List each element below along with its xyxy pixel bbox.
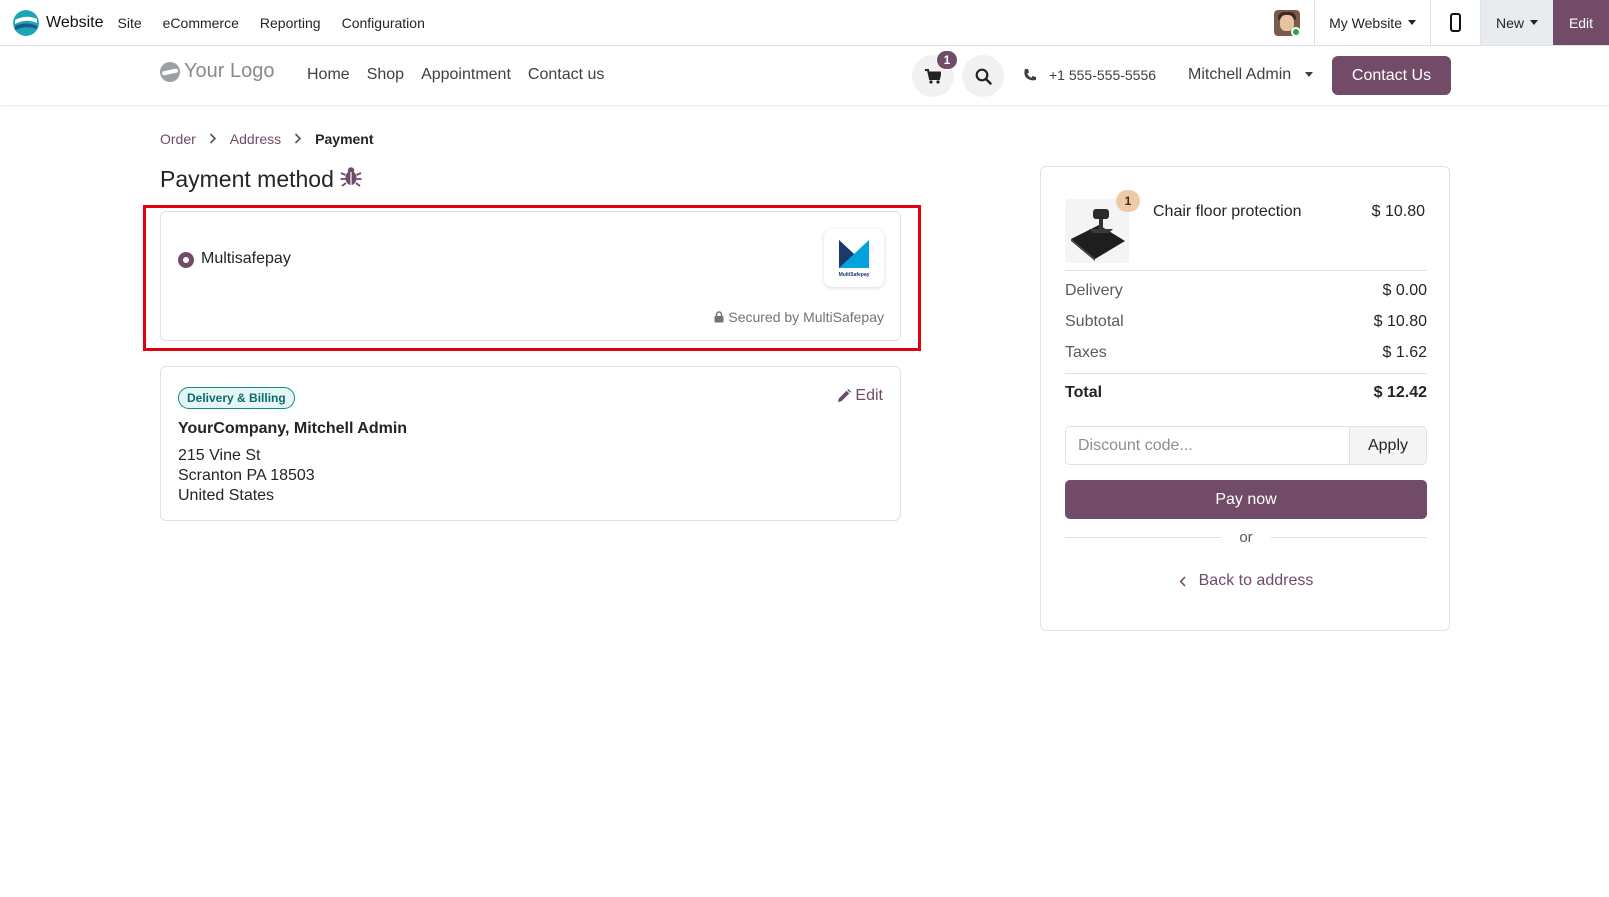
admin-right: My Website New Edit: [1259, 0, 1609, 45]
menu-configuration[interactable]: Configuration: [342, 15, 425, 31]
app-name[interactable]: Website: [46, 14, 104, 32]
address-city: Scranton PA 18503: [178, 467, 315, 484]
taxes-row: Taxes $ 1.62: [1065, 344, 1427, 362]
subtotal-label: Subtotal: [1065, 313, 1124, 330]
delivery-row: Delivery $ 0.00: [1065, 282, 1427, 300]
nav-appointment[interactable]: Appointment: [421, 66, 511, 84]
phone-link[interactable]: +1 555-555-5556: [1023, 67, 1156, 83]
delivery-label: Delivery: [1065, 282, 1123, 299]
cart-icon: [925, 68, 941, 84]
chevron-down-icon: [1407, 20, 1416, 25]
discount-code-input[interactable]: [1066, 427, 1349, 464]
back-to-address-label: Back to address: [1198, 572, 1314, 589]
taxes-label: Taxes: [1065, 344, 1107, 361]
phone-number: +1 555-555-5556: [1049, 67, 1157, 83]
chevron-down-icon: [1304, 72, 1313, 78]
apply-discount-button[interactable]: Apply: [1349, 427, 1426, 464]
total-label: Total: [1065, 384, 1103, 401]
site-header: Your Logo Home Shop Appointment Contact …: [0, 46, 1609, 106]
website-app-icon[interactable]: [13, 9, 39, 36]
edit-button[interactable]: Edit: [1553, 0, 1609, 45]
product-qty-badge: 1: [1116, 190, 1140, 212]
new-button-label: New: [1495, 14, 1524, 31]
payment-provider-name: Multisafepay: [201, 250, 291, 267]
svg-text:MultiSafepay: MultiSafepay: [839, 272, 870, 278]
user-name: Mitchell Admin: [1188, 66, 1292, 83]
menu-reporting[interactable]: Reporting: [260, 15, 321, 31]
breadcrumb-payment: Payment: [315, 131, 374, 147]
website-switcher[interactable]: My Website: [1315, 0, 1431, 45]
breadcrumb-order[interactable]: Order: [160, 131, 196, 147]
edit-address-link[interactable]: Edit: [837, 387, 883, 405]
secured-note: Secured by MultiSafepay: [714, 309, 884, 325]
discount-group: Apply: [1065, 426, 1427, 465]
delivery-billing-badge: Delivery & Billing: [178, 387, 295, 409]
pay-now-button[interactable]: Pay now: [1065, 480, 1427, 519]
page-title-text: Payment method: [160, 165, 334, 192]
chevron-right-icon: [209, 132, 217, 147]
nav-shop[interactable]: Shop: [367, 66, 404, 84]
page-title: Payment method: [160, 165, 362, 193]
user-menu[interactable]: Mitchell Admin: [1188, 66, 1313, 84]
site-logo[interactable]: Your Logo: [160, 60, 274, 83]
product-price: $ 10.80: [1371, 203, 1425, 220]
contact-us-button[interactable]: Contact Us: [1332, 56, 1451, 95]
admin-menu: Site eCommerce Reporting Configuration: [118, 15, 446, 31]
subtotal-row: Subtotal $ 10.80: [1065, 313, 1427, 331]
payment-option-card[interactable]: Multisafepay MultiSafepay Secured by Mul…: [160, 211, 901, 341]
secured-text: Secured by MultiSafepay: [728, 309, 884, 325]
admin-left: Website Site eCommerce Reporting Configu…: [0, 0, 446, 45]
checkout-breadcrumb: Order Address Payment: [160, 131, 374, 147]
delivery-value: $ 0.00: [1382, 282, 1427, 299]
payment-radio[interactable]: [178, 252, 194, 268]
menu-site[interactable]: Site: [118, 15, 142, 31]
address-country: United States: [178, 487, 275, 504]
new-button[interactable]: New: [1480, 0, 1553, 45]
cart-button[interactable]: 1: [912, 50, 958, 97]
bug-icon[interactable]: [340, 165, 362, 193]
address-card: Delivery & Billing Edit YourCompany, Mit…: [160, 366, 901, 521]
cart-count-badge: 1: [936, 50, 958, 70]
pencil-icon: [838, 389, 852, 402]
online-status-icon: [1290, 26, 1300, 36]
phone-icon: [1024, 69, 1036, 81]
address-lines: 215 Vine St Scranton PA 18503 United Sta…: [178, 446, 315, 506]
nav-contact-us[interactable]: Contact us: [528, 66, 604, 84]
search-icon: [975, 68, 992, 85]
or-separator: or: [1065, 529, 1427, 546]
mobile-icon: [1449, 13, 1461, 32]
chevron-left-icon: [1179, 575, 1186, 587]
subtotal-value: $ 10.80: [1373, 313, 1427, 330]
admin-navbar: Website Site eCommerce Reporting Configu…: [0, 0, 1609, 46]
product-name: Chair floor protection: [1153, 203, 1302, 220]
chevron-right-icon: [294, 132, 302, 147]
taxes-value: $ 1.62: [1382, 344, 1427, 361]
nav-home[interactable]: Home: [307, 66, 350, 84]
divider: [1065, 373, 1427, 374]
address-street: 215 Vine St: [178, 447, 261, 464]
multisafepay-logo: MultiSafepay: [824, 229, 884, 287]
lock-icon: [714, 311, 724, 323]
menu-ecommerce[interactable]: eCommerce: [163, 15, 239, 31]
user-avatar-button[interactable]: [1259, 0, 1316, 45]
search-button[interactable]: [962, 55, 1004, 97]
edit-address-label: Edit: [855, 387, 883, 404]
breadcrumb-address[interactable]: Address: [230, 131, 281, 147]
logo-text: Your Logo: [184, 60, 275, 82]
avatar: [1273, 9, 1300, 36]
site-nav: Home Shop Appointment Contact us: [307, 66, 621, 84]
or-label: or: [1239, 529, 1253, 546]
total-value: $ 12.42: [1373, 384, 1427, 401]
chevron-down-icon: [1530, 20, 1538, 25]
mobile-preview-button[interactable]: [1431, 0, 1481, 45]
total-row: Total $ 12.42: [1065, 384, 1427, 402]
back-to-address-link[interactable]: Back to address: [1041, 572, 1451, 590]
address-name: YourCompany, Mitchell Admin: [178, 420, 408, 437]
order-summary: 1 Chair floor protection $ 10.80 Deliver…: [1040, 166, 1450, 631]
logo-icon: [160, 61, 180, 82]
website-switcher-label: My Website: [1329, 14, 1402, 31]
divider: [1065, 270, 1427, 271]
